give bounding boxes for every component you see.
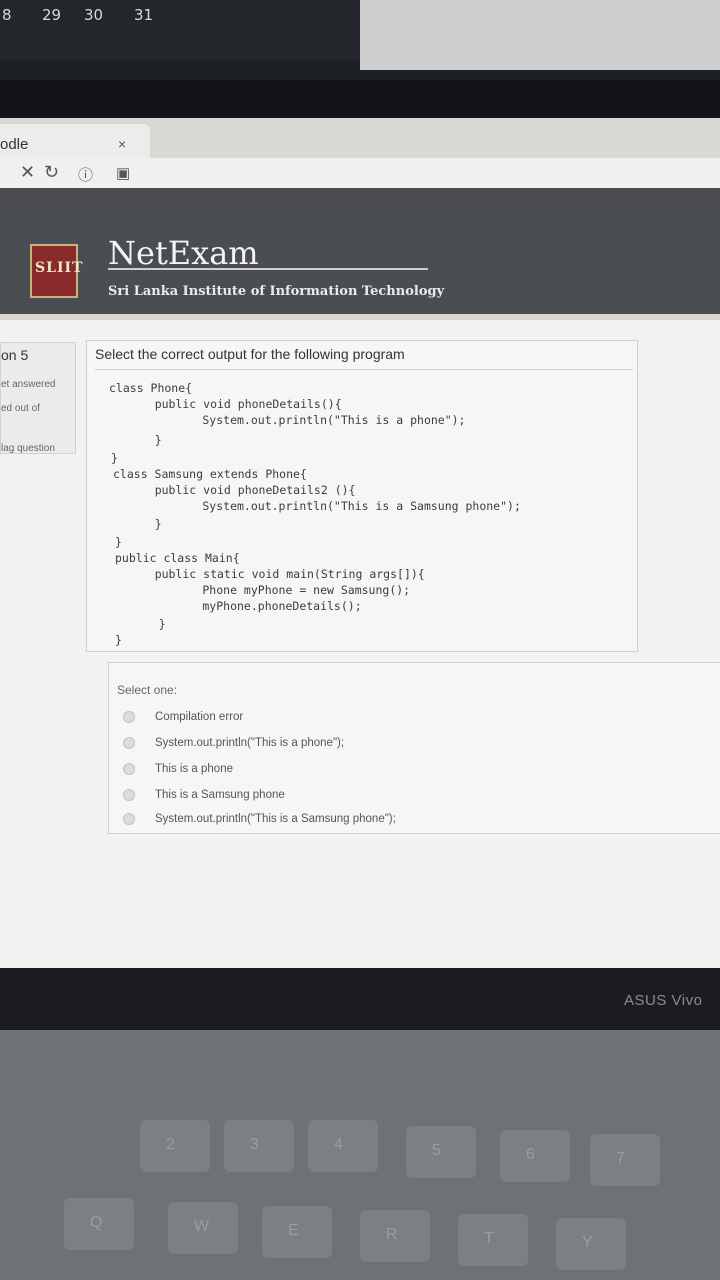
answer-option[interactable]: System.out.println("This is a Samsung ph… xyxy=(123,809,396,829)
browser-tab[interactable]: odle × xyxy=(0,124,150,158)
key-label: T xyxy=(484,1230,494,1247)
sliit-logo: SLIIT xyxy=(30,244,82,298)
question-number: on 5 xyxy=(1,347,29,363)
code-line: System.out.println("This is a Samsung ph… xyxy=(147,499,521,513)
option-label: System.out.println("This is a Samsung ph… xyxy=(155,813,396,825)
option-label: System.out.println("This is a phone"); xyxy=(155,737,345,749)
calendar-day: 29 xyxy=(42,6,62,24)
top-bezel xyxy=(0,80,720,120)
screen: odle × ✕ ↻ ⓘ ▣ SLIIT NetExam Sri Lanka I… xyxy=(0,118,720,968)
code-line: } xyxy=(115,633,122,647)
answer-option[interactable]: Compilation error xyxy=(123,707,243,727)
key: Q xyxy=(64,1198,134,1250)
key-label: W xyxy=(194,1218,210,1235)
key: 7 xyxy=(590,1134,660,1186)
code-line: myPhone.phoneDetails(); xyxy=(147,599,362,613)
key: E xyxy=(262,1206,332,1258)
key-label: 7 xyxy=(616,1150,625,1167)
key-label: Y xyxy=(582,1234,593,1251)
answer-option[interactable]: System.out.println("This is a phone"); xyxy=(123,733,344,753)
key-label: 2 xyxy=(166,1136,175,1153)
radio-button[interactable] xyxy=(123,711,135,723)
key: 3 xyxy=(224,1120,294,1172)
code-line: class Phone{ xyxy=(109,381,193,395)
radio-button[interactable] xyxy=(123,763,135,775)
key-label: 6 xyxy=(526,1146,535,1163)
page-icon[interactable]: ▣ xyxy=(116,164,130,182)
bottom-bezel xyxy=(0,968,720,1030)
key: 4 xyxy=(308,1120,378,1172)
key-label: 4 xyxy=(334,1136,343,1153)
question-info: on 5 et answered ed out of lag question xyxy=(0,342,76,454)
code-line: } xyxy=(111,451,118,465)
calendar-day: 30 xyxy=(84,6,104,24)
address-bar: ✕ ↻ ⓘ ▣ xyxy=(0,158,720,189)
key-label: R xyxy=(386,1226,398,1243)
site-title: NetExam xyxy=(108,234,259,272)
radio-button[interactable] xyxy=(123,789,135,801)
calendar-day: 8 xyxy=(2,6,12,24)
answer-option[interactable]: This is a phone xyxy=(123,759,233,779)
key-label: Q xyxy=(90,1214,103,1231)
key: T xyxy=(458,1214,528,1266)
info-icon[interactable]: ⓘ xyxy=(78,164,93,185)
background-wall-right xyxy=(360,0,720,70)
option-label: This is a Samsung phone xyxy=(155,789,285,801)
select-one-label: Select one: xyxy=(117,683,178,697)
radio-button[interactable] xyxy=(123,737,135,749)
site-subtitle: Sri Lanka Institute of Information Techn… xyxy=(108,284,445,299)
code-block: class Phone{ public void phoneDetails(){… xyxy=(87,341,521,647)
code-line: public void phoneDetails2 (){ xyxy=(127,483,356,497)
key: W xyxy=(168,1202,238,1254)
title-rule xyxy=(108,268,428,270)
option-label: Compilation error xyxy=(155,711,244,723)
code-line: class Samsung extends Phone{ xyxy=(113,467,307,481)
code-line: Phone myPhone = new Samsung(); xyxy=(147,583,411,597)
key: Y xyxy=(556,1218,626,1270)
code-line: public void phoneDetails(){ xyxy=(127,397,342,411)
code-line: public static void main(String args[]){ xyxy=(127,567,425,581)
tab-close-icon[interactable]: × xyxy=(118,136,126,152)
close-icon[interactable]: ✕ xyxy=(20,162,35,183)
key-label: 5 xyxy=(432,1142,441,1159)
quiz-page: on 5 et answered ed out of lag question … xyxy=(0,320,720,968)
calendar-day: 31 xyxy=(134,6,154,24)
code-line: } xyxy=(127,517,162,531)
key: 6 xyxy=(500,1130,570,1182)
logo-text: SLIIT xyxy=(35,260,84,276)
key-label: 3 xyxy=(250,1136,259,1153)
key: R xyxy=(360,1210,430,1262)
option-label: This is a phone xyxy=(155,763,233,775)
reload-icon[interactable]: ↻ xyxy=(44,162,59,183)
code-line: } xyxy=(115,535,122,549)
key: 5 xyxy=(406,1126,476,1178)
question-box: Select the correct output for the follow… xyxy=(86,340,638,652)
tab-title: odle xyxy=(0,136,29,153)
code-line: } xyxy=(127,433,162,447)
question-status: et answered xyxy=(1,379,56,390)
toolbar-divider xyxy=(0,188,720,208)
device-brand: ASUS Vivo xyxy=(624,992,703,1009)
flag-question-link[interactable]: lag question xyxy=(1,443,55,454)
radio-button[interactable] xyxy=(123,813,135,825)
key: 2 xyxy=(140,1120,210,1172)
answer-option[interactable]: This is a Samsung phone xyxy=(123,785,285,805)
tab-bar: odle × xyxy=(0,118,720,158)
keyboard: 2 3 4 5 6 7 Q W E R T Y xyxy=(0,1030,720,1280)
code-line: public class Main{ xyxy=(115,551,240,565)
key-label: E xyxy=(288,1222,299,1239)
answer-box: Select one: Compilation error System.out… xyxy=(108,662,720,834)
question-rule xyxy=(95,369,633,370)
code-line: } xyxy=(131,617,166,631)
code-line: System.out.println("This is a phone"); xyxy=(147,413,466,427)
calendar: 8 29 30 31 xyxy=(0,0,360,60)
question-marks: ed out of xyxy=(1,403,40,414)
